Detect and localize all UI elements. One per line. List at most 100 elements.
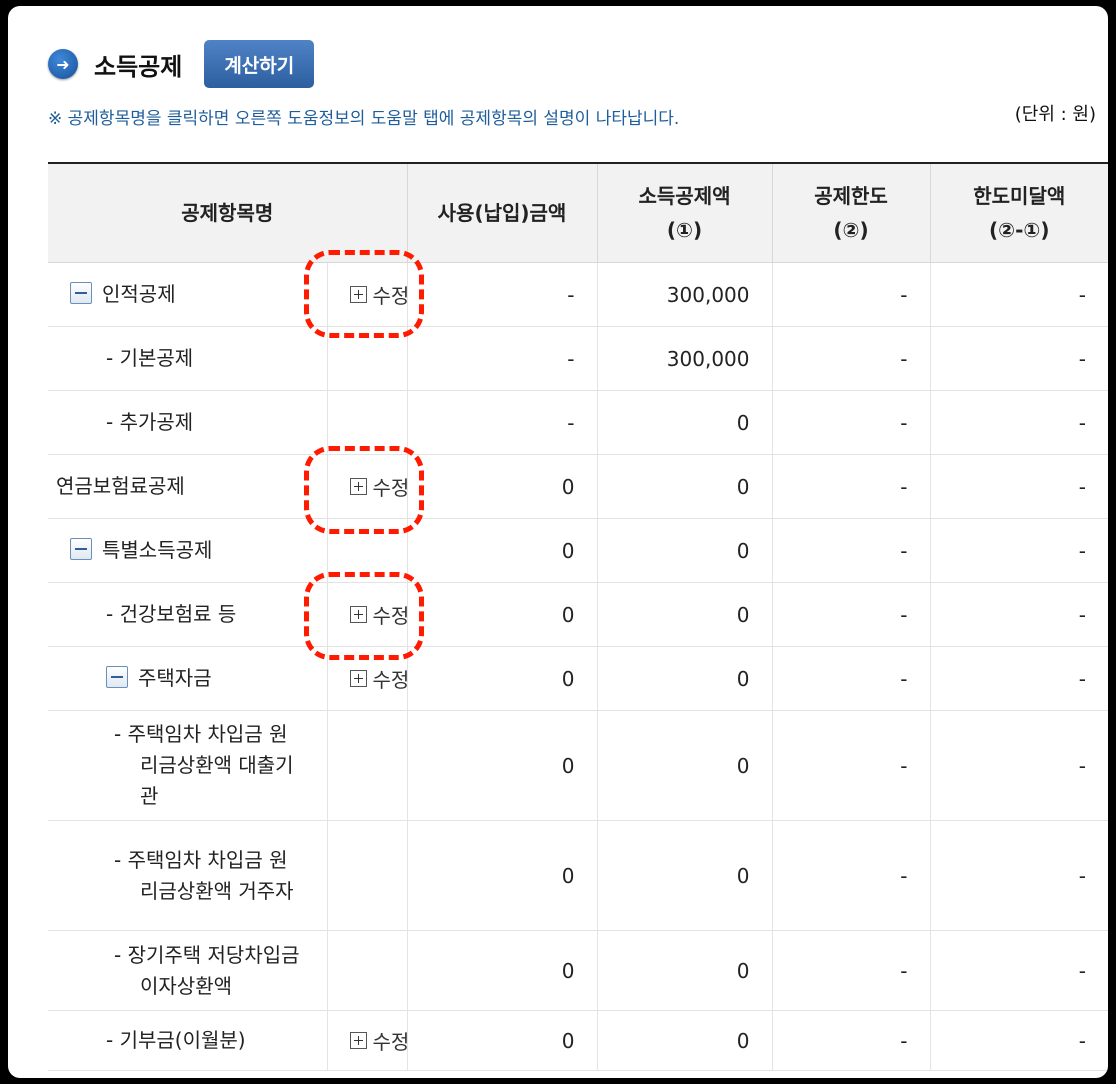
row-name[interactable]: 특별소득공제	[102, 538, 212, 562]
table-row: 연금보험료공제 수정 0 0 - -	[48, 454, 1108, 519]
remain-amount: -	[929, 930, 1108, 1011]
limit-amount: -	[771, 820, 930, 931]
highlight-marker	[304, 250, 424, 338]
highlight-marker	[304, 572, 424, 660]
row-name-cell: - 기본공제	[48, 326, 327, 391]
arrow-right-icon: ➜	[48, 49, 78, 79]
edit-button[interactable]: 수정	[349, 664, 410, 693]
row-name[interactable]: 연금보험료공제	[56, 474, 185, 498]
highlight-marker	[304, 446, 424, 534]
row-name-cell: - 기부금(이월분)	[48, 1010, 327, 1071]
table-row: 특별소득공제 0 0 - -	[48, 518, 1108, 583]
used-amount: 0	[406, 646, 597, 711]
row-name[interactable]: 주택자금	[138, 666, 212, 690]
row-name-cell: 연금보험료공제	[48, 454, 327, 519]
row-name[interactable]: - 건강보험료 등	[106, 602, 236, 626]
col-header-remain: 한도미달액 (②-①)	[929, 163, 1108, 263]
deduction-amount: 300,000	[596, 326, 772, 391]
deduction-amount: 300,000	[596, 262, 772, 327]
deduction-amount: 0	[596, 710, 772, 821]
plus-box-icon	[349, 1032, 367, 1049]
table-row: 인적공제 수정 - 300,000 - -	[48, 262, 1108, 327]
edit-label: 수정	[372, 668, 410, 692]
limit-amount: -	[771, 582, 930, 647]
row-name-cell: - 추가공제	[48, 390, 327, 455]
remain-amount: -	[929, 820, 1108, 931]
limit-amount: -	[771, 710, 930, 821]
remain-amount: -	[929, 582, 1108, 647]
deduction-amount: 0	[596, 582, 772, 647]
row-name[interactable]: - 주택임차 차입금 원리금상환액 거주자	[114, 848, 294, 903]
deduction-amount: 0	[596, 1010, 772, 1071]
edit-cell: 수정	[326, 1010, 410, 1071]
limit-amount: -	[771, 518, 930, 583]
table-row: 주택자금 수정 0 0 - -	[48, 646, 1108, 711]
edit-label: 수정	[372, 1030, 410, 1054]
calculate-button[interactable]: 계산하기	[204, 40, 315, 88]
deduction-table: 공제항목명 사용(납입)금액 소득공제액 (①) 공제한도 (②) 한도미달액 …	[48, 162, 1108, 1071]
used-amount: 0	[406, 820, 597, 931]
used-amount: 0	[406, 930, 597, 1011]
limit-amount: -	[771, 930, 930, 1011]
used-amount: -	[406, 326, 597, 391]
col-header-remain-label: 한도미달액	[973, 184, 1066, 208]
col-header-deduction-label: 소득공제액	[638, 184, 731, 208]
col-header-name: 공제항목명	[48, 163, 407, 263]
col-header-used: 사용(납입)금액	[406, 163, 597, 263]
edit-cell	[326, 820, 407, 931]
row-name-cell: - 장기주택 저당차입금 이자상환액	[48, 930, 327, 1011]
table-row: - 건강보험료 등 수정 0 0 - -	[48, 582, 1108, 647]
row-name[interactable]: - 추가공제	[106, 410, 193, 434]
edit-button[interactable]: 수정	[349, 1026, 410, 1055]
limit-amount: -	[771, 390, 930, 455]
col-header-limit-label: 공제한도	[814, 184, 888, 208]
used-amount: -	[406, 262, 597, 327]
deduction-amount: 0	[596, 646, 772, 711]
deduction-amount: 0	[596, 390, 772, 455]
row-name-cell: - 건강보험료 등	[48, 582, 327, 647]
used-amount: 0	[406, 1010, 597, 1071]
row-name[interactable]: - 기본공제	[106, 346, 193, 370]
deduction-amount: 0	[596, 930, 772, 1011]
collapse-toggle-icon[interactable]	[70, 538, 92, 560]
row-name-cell: 특별소득공제	[48, 518, 327, 583]
page-title: 소득공제	[94, 52, 183, 81]
limit-amount: -	[771, 1010, 930, 1071]
used-amount: 0	[406, 518, 597, 583]
edit-cell	[326, 930, 407, 1011]
row-name-cell: 인적공제	[48, 262, 327, 327]
col-header-remain-ref: (②-①)	[989, 218, 1050, 242]
row-name[interactable]: 인적공제	[102, 282, 176, 306]
remain-amount: -	[929, 518, 1108, 583]
collapse-toggle-icon[interactable]	[70, 282, 92, 304]
remain-amount: -	[929, 326, 1108, 391]
row-name[interactable]: - 기부금(이월분)	[106, 1028, 246, 1052]
col-header-deduction: 소득공제액 (①)	[596, 163, 772, 263]
table-row: - 기부금(이월분) 수정 0 0 - -	[48, 1010, 1108, 1071]
remain-amount: -	[929, 710, 1108, 821]
used-amount: 0	[406, 582, 597, 647]
used-amount: 0	[406, 710, 597, 821]
table-row: - 주택임차 차입금 원리금상환액 거주자 0 0 - -	[48, 820, 1108, 931]
table-header-row: 공제항목명 사용(납입)금액 소득공제액 (①) 공제한도 (②) 한도미달액 …	[48, 163, 1108, 263]
section-header: ➜ 소득공제 계산하기	[48, 38, 315, 90]
unit-label: (단위 : 원)	[1014, 104, 1096, 125]
edit-cell	[326, 390, 407, 455]
remain-amount: -	[929, 454, 1108, 519]
col-header-limit-ref: (②)	[833, 218, 869, 242]
used-amount: -	[406, 390, 597, 455]
row-name-cell: 주택자금	[48, 646, 327, 711]
col-header-deduction-ref: (①)	[666, 218, 703, 242]
table-row: - 기본공제 - 300,000 - -	[48, 326, 1108, 391]
table-row: - 장기주택 저당차입금 이자상환액 0 0 - -	[48, 930, 1108, 1011]
row-name[interactable]: - 주택임차 차입금 원리금상환액 대출기관	[114, 722, 294, 808]
plus-box-icon	[349, 670, 367, 687]
limit-amount: -	[771, 262, 930, 327]
limit-amount: -	[771, 646, 930, 711]
row-name-cell: - 주택임차 차입금 원리금상환액 거주자	[48, 820, 327, 931]
row-name[interactable]: - 장기주택 저당차입금 이자상환액	[114, 943, 300, 998]
collapse-toggle-icon[interactable]	[106, 666, 128, 688]
row-name-cell: - 주택임차 차입금 원리금상환액 대출기관	[48, 710, 327, 821]
table-row: - 추가공제 - 0 - -	[48, 390, 1108, 455]
limit-amount: -	[771, 454, 930, 519]
